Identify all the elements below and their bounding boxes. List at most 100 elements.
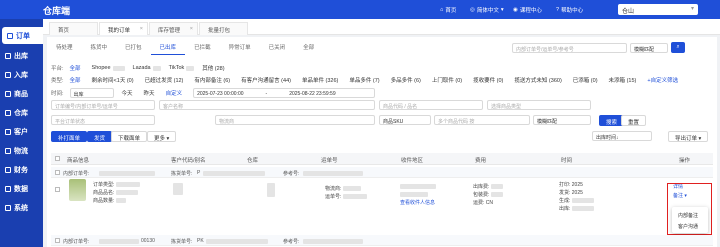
time-shortcut[interactable]: 今天 bbox=[122, 89, 133, 97]
close-icon[interactable]: × bbox=[140, 26, 143, 32]
filter-option[interactable]: 有内部备注 (6) bbox=[194, 76, 230, 84]
sidebar-item-data[interactable]: 数据 bbox=[0, 180, 43, 197]
time-shortcut[interactable]: 昨天 bbox=[144, 89, 155, 97]
blurred-value bbox=[99, 239, 139, 244]
fuzzy-match-select[interactable]: 模糊匹配 bbox=[533, 115, 591, 125]
ref-label: 参考号: bbox=[283, 171, 300, 177]
blurred-value bbox=[490, 192, 503, 198]
filter-option[interactable]: 多品多件 (6) bbox=[391, 76, 421, 84]
filter-option[interactable]: 上门取件 (0) bbox=[432, 76, 462, 84]
main-panel: 待处理 拣货中 已打包 已出库 已拦截 异常订单 已关闭 全部 内部订单号/运单… bbox=[47, 37, 717, 247]
course-center-link[interactable]: ◉ 课程中心 bbox=[513, 6, 542, 14]
chevron-down-icon: ▾ bbox=[698, 136, 702, 142]
menu-item-internal-note[interactable]: 内部备注 bbox=[678, 212, 698, 219]
blurred-value bbox=[173, 183, 183, 195]
table-header: 商品信息 客户代码/别名 仓库 运单号 收件地区 费用 时间 操作 bbox=[51, 153, 713, 165]
quick-search-input[interactable]: 内部订单号/运单号/参考号 bbox=[512, 43, 627, 53]
search-icon-button[interactable]: ⌕ bbox=[671, 42, 685, 53]
tab-batch-pack[interactable]: 批量打包 bbox=[199, 22, 248, 35]
status-tab[interactable]: 异常订单 bbox=[220, 41, 260, 55]
item-checkbox[interactable] bbox=[55, 187, 60, 192]
filter-option[interactable]: 全部 bbox=[70, 64, 81, 72]
filter-option[interactable]: 单品单件 (326) bbox=[302, 76, 338, 84]
sidebar-item-products[interactable]: 商品 bbox=[0, 85, 43, 102]
status-tab[interactable]: 已拦截 bbox=[185, 41, 220, 55]
reset-button[interactable]: 重置 bbox=[621, 115, 647, 126]
filter-option[interactable]: 已超过发货 (12) bbox=[145, 76, 184, 84]
sidebar-item-system[interactable]: 系统 bbox=[0, 199, 43, 216]
tab-my-orders[interactable]: 我的订单 × bbox=[99, 22, 148, 35]
sidebar-item-customers[interactable]: 客户 bbox=[0, 123, 43, 140]
blurred-value bbox=[400, 184, 436, 190]
sidebar-item-finance[interactable]: 财务 bbox=[0, 161, 43, 178]
sidebar: 订单 出库 入库 商品 仓库 客户 物流 财务 数据 系统 bbox=[0, 19, 43, 247]
sidebar-item-inbound[interactable]: 入库 bbox=[0, 66, 43, 83]
tab-home[interactable]: 首页 bbox=[49, 22, 98, 35]
blurred-count bbox=[112, 65, 125, 71]
filter-option[interactable]: Lazada bbox=[133, 65, 151, 71]
sidebar-item-logistics[interactable]: 物流 bbox=[0, 142, 43, 159]
filter-option[interactable]: 其他 (28) bbox=[202, 64, 224, 72]
more-button[interactable]: 更多 ▾ bbox=[147, 131, 177, 142]
user-icon bbox=[5, 128, 11, 135]
row-checkbox[interactable] bbox=[55, 238, 60, 243]
filter-option[interactable]: 已添箱 (0) bbox=[573, 76, 598, 84]
filter-option[interactable]: 揽送方式未知 (360) bbox=[514, 76, 561, 84]
sort-select[interactable]: 出库时间↓ bbox=[592, 131, 652, 141]
platform-status-select[interactable]: 平台订单状态 bbox=[51, 115, 155, 125]
download-label-button[interactable]: 下载面单 bbox=[111, 131, 148, 142]
order-number-input[interactable]: 订单编号/内部订单号/运单号 bbox=[51, 100, 155, 110]
row-checkbox[interactable] bbox=[55, 170, 60, 175]
menu-item-customer-comm[interactable]: 客户沟通 bbox=[678, 223, 698, 230]
status-tab[interactable]: 待处理 bbox=[47, 41, 82, 55]
inner-order-label: 内部订单号: bbox=[63, 239, 90, 245]
sidebar-item-orders[interactable]: 订单 bbox=[2, 27, 43, 44]
status-tab[interactable]: 已出库 bbox=[150, 41, 186, 55]
logistics-cell: 物流商: 运单号: bbox=[325, 185, 367, 201]
customer-input[interactable]: 客户名称 bbox=[159, 100, 375, 110]
ref-label: 参考号: bbox=[283, 239, 300, 245]
filter-option[interactable]: 未添箱 (15) bbox=[609, 76, 637, 84]
sidebar-item-warehouse[interactable]: 仓库 bbox=[0, 104, 43, 121]
status-tab[interactable]: 已关闭 bbox=[260, 41, 295, 55]
filter-option[interactable]: 单品多件 (7) bbox=[349, 76, 379, 84]
product-input[interactable]: 商品代码 / 品名 bbox=[379, 100, 483, 110]
custom-filter-link[interactable]: +自定义筛选 bbox=[647, 76, 678, 84]
match-select[interactable]: 模糊匹配 bbox=[630, 43, 668, 53]
home-icon: ⌂ bbox=[440, 7, 444, 13]
product-type-select[interactable]: 选择商品类型 bbox=[487, 100, 591, 110]
help-center-link[interactable]: ? 帮助中心 bbox=[556, 6, 583, 14]
sidebar-item-outbound[interactable]: 出库 bbox=[0, 47, 43, 64]
column-header: 商品信息 bbox=[67, 158, 90, 164]
select-all-checkbox[interactable] bbox=[55, 156, 60, 161]
batch-print-button[interactable]: 补打面单 bbox=[51, 131, 88, 142]
time-shortcut[interactable]: 自定义 bbox=[166, 89, 183, 97]
export-button[interactable]: 导出订单 ▾ bbox=[668, 131, 709, 142]
time-filter: 时间: 出库 今天 昨天 自定义 2025-07-23 00:00:00-202… bbox=[51, 88, 376, 98]
status-tab[interactable]: 拣货中 bbox=[82, 41, 117, 55]
filter-option[interactable]: 全部 bbox=[70, 76, 81, 84]
sku-field-select[interactable]: 商品SKU bbox=[379, 115, 431, 125]
date-range-input[interactable]: 2025-07-23 00:00:00-2025-08-22 23:59:59 bbox=[193, 88, 376, 98]
warehouse-select[interactable]: 仓山 ▾ bbox=[618, 4, 698, 15]
filter-option[interactable]: 有客户沟通留言 (44) bbox=[241, 76, 291, 84]
status-tab[interactable]: 已打包 bbox=[116, 41, 151, 55]
column-header: 客户代码/别名 bbox=[171, 158, 206, 164]
close-icon[interactable]: × bbox=[190, 26, 193, 32]
blurred-value bbox=[115, 190, 138, 196]
filter-option[interactable]: Shopee bbox=[92, 65, 111, 71]
range-separator: - bbox=[265, 91, 268, 97]
sku-search-input[interactable]: 多个商品代码 按 bbox=[434, 115, 530, 125]
language-selector[interactable]: ◎ 简体中文 ▾ bbox=[470, 6, 504, 14]
logistics-input[interactable]: 物流商 bbox=[215, 115, 375, 125]
tab-inventory[interactable]: 库存管理 × bbox=[149, 22, 198, 35]
filter-option[interactable]: TikTok bbox=[169, 65, 185, 71]
time-field-select[interactable]: 出库 bbox=[69, 88, 114, 98]
ship-button[interactable]: 发货 bbox=[87, 131, 113, 142]
home-link[interactable]: ⌂ 首页 bbox=[440, 6, 456, 14]
filter-option[interactable]: 剩余时间<1天 (0) bbox=[92, 76, 134, 84]
filter-option[interactable]: 揽收要件 (0) bbox=[473, 76, 503, 84]
status-tab[interactable]: 全部 bbox=[294, 41, 323, 55]
view-receiver-link[interactable]: 查看收件人信息 bbox=[400, 199, 436, 207]
chevron-down-icon: ▾ bbox=[500, 7, 504, 13]
